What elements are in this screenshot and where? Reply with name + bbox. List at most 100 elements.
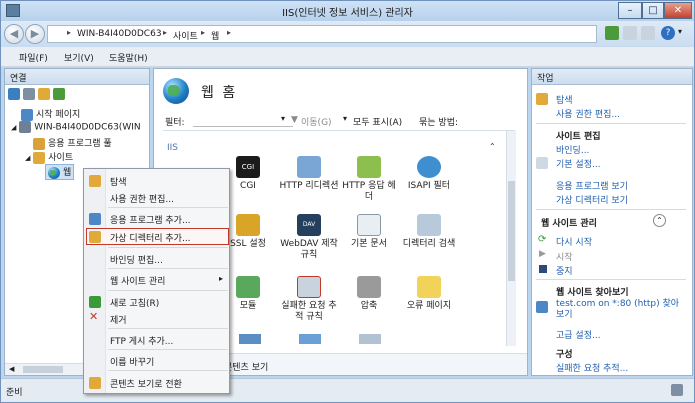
feature-default-document[interactable]: 기본 문서 (339, 214, 399, 250)
scroll-thumb[interactable] (508, 181, 515, 281)
scroll-left-icon[interactable]: ◀ (9, 365, 14, 373)
ctx-edit-bindings[interactable]: 바인딩 편집... (110, 253, 163, 266)
play-icon: ▶ (539, 249, 546, 259)
connections-header: 연결 (5, 69, 149, 85)
tree-sites[interactable]: ◢ 사이트 (25, 150, 73, 164)
collapse-section-icon[interactable]: ⌃ (653, 214, 666, 227)
divider (108, 290, 228, 291)
refresh-icon[interactable] (52, 88, 65, 100)
chevron-down-icon[interactable]: ▾ (678, 27, 682, 36)
webdav-icon: DAV (297, 214, 321, 236)
partial-feature-icon[interactable] (299, 334, 321, 344)
forward-button[interactable]: ▶ (25, 24, 45, 44)
action-edit-permissions[interactable]: 사용 권한 편집... (556, 107, 620, 120)
settings-icon (536, 157, 548, 169)
network-icon (671, 384, 683, 396)
filter-label: 필터: (165, 118, 185, 128)
partial-feature-icon[interactable] (239, 334, 261, 344)
ctx-edit-permissions[interactable]: 사용 권한 편집... (110, 192, 174, 205)
address-box[interactable]: ▸ WIN-B4I40D0DC63 ▸ 사이트 ▸ 웹 ▸ (47, 25, 597, 43)
breadcrumb-server[interactable]: WIN-B4I40D0DC63 (77, 29, 162, 39)
partial-feature-icon[interactable] (359, 334, 381, 344)
filter-input[interactable] (193, 114, 293, 127)
group-header-iis: IIS (167, 143, 179, 153)
collapse-icon[interactable]: ◢ (25, 154, 30, 162)
go-button[interactable]: 이동(G) (301, 115, 332, 128)
chevron-down-icon[interactable]: ▾ (343, 114, 347, 123)
window-title: IIS(인터넷 정보 서비스) 관리자 (282, 8, 413, 19)
minimize-button[interactable]: – (618, 2, 642, 19)
funnel-icon: ▼ (291, 115, 298, 125)
feature-compression[interactable]: 압축 (339, 276, 399, 312)
save-icon[interactable] (22, 88, 35, 100)
action-explore[interactable]: 탐색 (556, 93, 573, 106)
menu-view[interactable]: 보기(V) (64, 51, 94, 64)
feature-http-redirect[interactable]: HTTP 리디렉션 (279, 156, 339, 192)
breadcrumb-sites[interactable]: 사이트 (173, 29, 198, 42)
action-basic-settings[interactable]: 기본 설정... (556, 157, 601, 170)
close-button[interactable]: ✕ (664, 2, 692, 19)
action-stop[interactable]: 중지 (556, 264, 573, 277)
error-pages-icon (417, 276, 441, 298)
action-browse-header: 웹 사이트 찾아보기 (556, 288, 629, 298)
restart-icon: ⟳ (538, 234, 547, 245)
back-button[interactable]: ◀ (4, 24, 24, 44)
tree-web-site[interactable]: 웹 (45, 164, 75, 180)
help-icon[interactable]: ? (661, 26, 675, 40)
failed-request-icon (297, 276, 321, 298)
context-menu-gutter (84, 169, 106, 393)
action-advanced-settings[interactable]: 고급 설정... (556, 328, 601, 341)
chevron-down-icon[interactable]: ▾ (281, 114, 285, 123)
remove-icon: ✕ (89, 310, 99, 323)
feature-webdav[interactable]: DAV WebDAV 제작 규칙 (279, 214, 339, 261)
action-view-applications[interactable]: 응용 프로그램 보기 (556, 179, 628, 192)
ctx-rename[interactable]: 이름 바꾸기 (110, 355, 154, 368)
ctx-switch-content-view[interactable]: 콘텐츠 보기로 전환 (110, 377, 182, 390)
scroll-thumb[interactable] (23, 366, 63, 373)
ctx-add-ftp-publishing[interactable]: FTP 게시 추가... (110, 334, 173, 347)
chevron-up-icon[interactable]: ⌃ (489, 142, 496, 151)
folder-icon[interactable] (37, 88, 50, 100)
sites-folder-icon (33, 151, 46, 164)
feature-directory-browsing[interactable]: 디렉터리 검색 (399, 214, 459, 250)
connections-toolbar (8, 88, 65, 100)
tree-server[interactable]: ◢ WIN-B4I40D0DC63(WIN (11, 121, 141, 133)
ctx-add-application[interactable]: 응용 프로그램 추가... (110, 213, 191, 226)
ctx-add-virtual-directory[interactable]: 가상 디렉터리 추가... (110, 231, 191, 244)
group-by-label: 묶는 방법: (419, 118, 459, 128)
menu-file[interactable]: 파일(F) (19, 51, 48, 64)
breadcrumb-web[interactable]: 웹 (211, 29, 219, 42)
collapse-icon[interactable]: ◢ (11, 124, 16, 132)
isapi-filter-icon (417, 156, 441, 178)
action-restart[interactable]: 다시 시작 (556, 235, 592, 248)
explore-icon (89, 175, 101, 187)
ctx-manage-website[interactable]: 웹 사이트 관리 (110, 274, 165, 287)
actions-header: 작업 (532, 69, 692, 85)
action-view-virtual-directories[interactable]: 가상 디렉터리 보기 (556, 193, 628, 206)
connect-icon[interactable] (8, 88, 20, 100)
menu-help[interactable]: 도움말(H) (109, 51, 148, 64)
action-start[interactable]: 시작 (556, 250, 573, 263)
action-failed-request-tracing[interactable]: 실패한 요청 추적... (556, 361, 628, 374)
tree-app-pools[interactable]: 응용 프로그램 풀 (33, 136, 112, 150)
ctx-remove[interactable]: 제거 (110, 313, 127, 326)
action-config-header: 구성 (556, 350, 573, 360)
center-vertical-scrollbar[interactable] (506, 131, 516, 346)
feature-error-pages[interactable]: 오류 페이지 (399, 276, 459, 312)
feature-isapi-filters[interactable]: ISAPI 필터 (399, 156, 459, 192)
add-virtual-directory-icon (89, 231, 101, 243)
mail-icon[interactable] (623, 26, 637, 40)
feature-failed-request-tracing[interactable]: 실패한 요청 추적 규칙 (279, 276, 339, 323)
action-bindings[interactable]: 바인딩... (556, 143, 589, 156)
stop-icon[interactable] (641, 26, 655, 40)
connect-icon[interactable] (605, 26, 619, 40)
tree-start-page[interactable]: 시작 페이지 (21, 107, 80, 121)
refresh-icon (89, 296, 101, 308)
feature-http-response-headers[interactable]: HTTP 응답 헤더 (339, 156, 399, 203)
maximize-button[interactable]: □ (642, 2, 664, 19)
ctx-explore[interactable]: 탐색 (110, 175, 127, 188)
show-all-button[interactable]: 모두 표시(A) (353, 115, 402, 128)
tab-content-view[interactable]: 콘텐츠 보기 (224, 360, 268, 373)
ctx-refresh[interactable]: 새로 고침(R) (110, 296, 159, 309)
action-browse-site[interactable]: test.com on *:80 (http) 찾아보기 (556, 299, 686, 321)
